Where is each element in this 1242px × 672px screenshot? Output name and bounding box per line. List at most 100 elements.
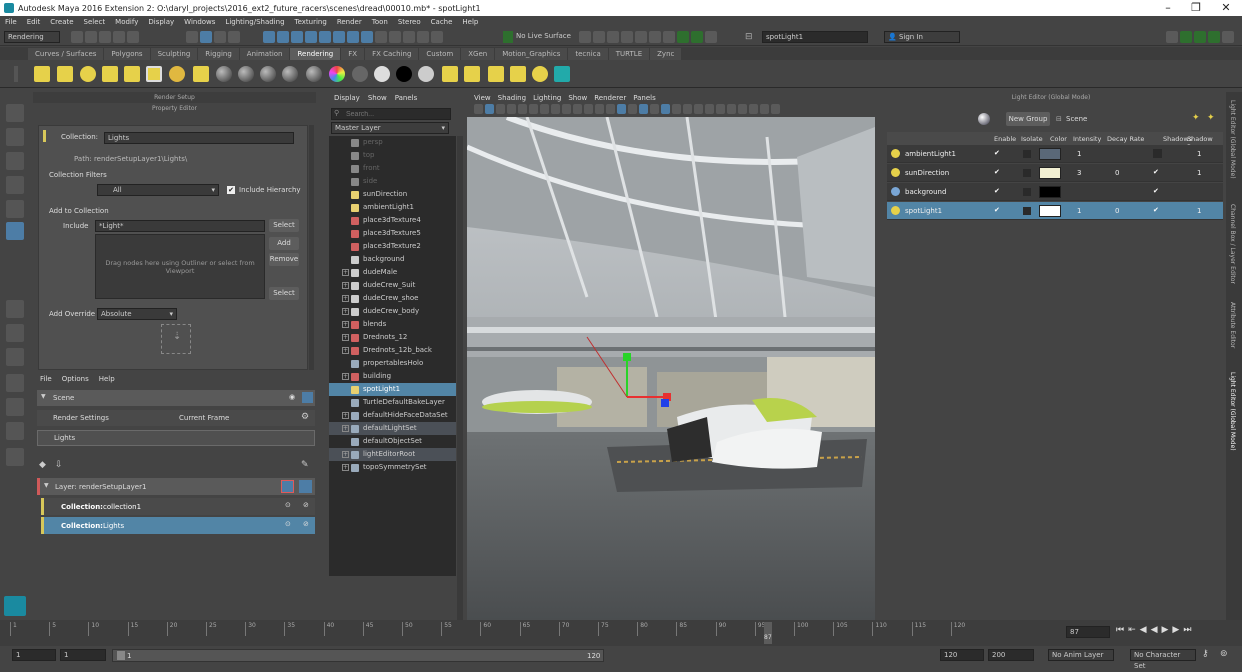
expand-icon[interactable]: + (342, 464, 349, 471)
expand-icon[interactable]: + (342, 308, 349, 315)
select-joint-icon[interactable] (277, 31, 289, 43)
shelf-tab[interactable]: TURTLE (608, 47, 650, 60)
custom-layout-icon[interactable] (6, 448, 24, 466)
select-misc-icon[interactable] (361, 31, 373, 43)
spot-light-icon[interactable] (102, 66, 118, 82)
outliner-item[interactable]: + defaultHideFaceDataSet (329, 409, 456, 422)
expand-icon[interactable]: + (342, 334, 349, 341)
expand-icon[interactable]: + (342, 425, 349, 432)
viewport-menu-show[interactable]: Show (561, 94, 587, 102)
current-frame-field[interactable]: 87 (1066, 626, 1110, 638)
object-mode-icon[interactable] (200, 31, 212, 43)
enable-checkbox[interactable]: ✔ (994, 187, 1000, 195)
disable-icon[interactable]: ⊘ (303, 520, 309, 528)
viewport-menu-shading[interactable]: Shading (491, 94, 526, 102)
collapse-arrow-icon[interactable]: ▼ (41, 393, 46, 400)
undo-icon[interactable] (113, 31, 125, 43)
menu-toon[interactable]: Toon (367, 18, 393, 26)
outliner-scrollbar[interactable] (457, 136, 463, 620)
expand-icon[interactable]: + (342, 373, 349, 380)
light-row[interactable]: ambientLight1 ✔ 1 1 (887, 145, 1223, 163)
shadows-checkbox[interactable]: ✔ (1153, 206, 1162, 215)
point-light-icon[interactable] (80, 66, 96, 82)
outliner-item[interactable]: + dudeCrew_shoe (329, 292, 456, 305)
viewport-menu-view[interactable]: View (467, 94, 491, 102)
select-camera-icon[interactable] (474, 104, 483, 114)
shelf-tab[interactable]: Rigging (198, 47, 239, 60)
side-tab-light-editor-active[interactable]: Light Editor (Global Mode) (1229, 372, 1236, 451)
menu-select[interactable]: Select (79, 18, 111, 26)
render-view-icon[interactable] (554, 66, 570, 82)
select-tool-icon[interactable] (6, 104, 24, 122)
animation-start-field[interactable]: 1 (12, 649, 56, 661)
shadows-checkbox[interactable] (1153, 149, 1162, 158)
menu-windows[interactable]: Windows (179, 18, 220, 26)
isolate-icon[interactable]: ⊙ (285, 520, 291, 528)
select-button[interactable]: Select (269, 219, 299, 232)
outliner-item[interactable]: side (329, 175, 456, 188)
2d-pan-zoom-icon[interactable] (518, 104, 527, 114)
collapse-arrow-icon[interactable]: ▼ (44, 482, 49, 489)
save-scene-icon[interactable] (99, 31, 111, 43)
collection-drop-area[interactable]: Drag nodes here using Outliner or select… (95, 234, 265, 299)
graph-editor-layout-icon[interactable] (6, 374, 24, 392)
render-settings-icon[interactable] (621, 31, 633, 43)
column-header[interactable]: Decay Rate (1107, 135, 1144, 143)
viewport-menu-lighting[interactable]: Lighting (526, 94, 561, 102)
grid-icon[interactable] (540, 104, 549, 114)
intensity-value[interactable]: 1 (1077, 150, 1081, 158)
disable-icon[interactable]: ⊘ (303, 501, 309, 509)
construction-history-icon[interactable] (579, 31, 591, 43)
sign-in-button[interactable]: 👤 Sign In (884, 31, 960, 43)
override-drop-target[interactable]: ⇣ (161, 324, 191, 354)
outliner-item[interactable]: spotLight1 (329, 383, 456, 396)
wireframe-icon[interactable] (617, 104, 626, 114)
redo-icon[interactable] (127, 31, 139, 43)
physical-sun-icon[interactable] (193, 66, 209, 82)
paint-select-tool-icon[interactable] (6, 152, 24, 170)
outliner-display-menu[interactable]: Display (329, 94, 360, 102)
select-deform-icon[interactable] (319, 31, 331, 43)
image-plane-icon[interactable] (507, 104, 516, 114)
menu-display[interactable]: Display (143, 18, 179, 26)
isolate-checkbox[interactable] (1023, 150, 1031, 158)
single-perspective-layout-icon[interactable] (6, 300, 24, 318)
layer-render-icon[interactable] (299, 480, 312, 493)
ambient-light-icon[interactable] (34, 66, 50, 82)
shadows-icon[interactable] (672, 104, 681, 114)
column-header[interactable]: Enable (994, 135, 1016, 143)
snap-curve-icon[interactable] (389, 31, 401, 43)
snap-grid-icon[interactable] (375, 31, 387, 43)
new-group-button[interactable]: New Group (1006, 112, 1050, 126)
anisotropic-material-icon[interactable] (306, 66, 322, 82)
outliner-item[interactable]: place3dTexture2 (329, 240, 456, 253)
render-toggle-icon[interactable] (302, 392, 313, 403)
shadows-checkbox[interactable]: ✔ (1153, 187, 1162, 196)
rotate-tool-icon[interactable] (6, 200, 24, 218)
safe-title-icon[interactable] (606, 104, 615, 114)
scene-row[interactable]: ▼ Scene ◉ (37, 390, 315, 406)
menu-render[interactable]: Render (332, 18, 367, 26)
select-objects-illuminated-icon[interactable] (488, 66, 504, 82)
enable-checkbox[interactable]: ✔ (994, 206, 1000, 214)
close-button[interactable]: ✕ (1212, 0, 1240, 16)
safe-action-icon[interactable] (595, 104, 604, 114)
decay-rate-value[interactable]: 0 (1115, 169, 1119, 177)
menu-lightingshading[interactable]: Lighting/Shading (220, 18, 289, 26)
outliner-item[interactable]: + dudeCrew_Suit (329, 279, 456, 292)
light-create-icon[interactable]: ✦ (1207, 113, 1215, 123)
live-surface-icon[interactable] (503, 31, 513, 43)
menu-set-dropdown[interactable]: Rendering (4, 31, 60, 43)
add-override-dropdown[interactable]: Absolute ▾ (97, 308, 177, 320)
collection-row[interactable]: Collection: Lights ⊙ ⊘ (41, 517, 315, 534)
include-hierarchy-checkbox[interactable]: ✔ (227, 186, 235, 194)
select-lights-illuminating-icon[interactable] (510, 66, 526, 82)
expand-icon[interactable]: + (342, 321, 349, 328)
directional-light-icon[interactable] (57, 66, 73, 82)
ibl-light-icon[interactable] (169, 66, 185, 82)
lights-row[interactable]: Lights (37, 430, 315, 446)
outliner-item[interactable]: + dudeCrew_body (329, 305, 456, 318)
remove-button[interactable]: Remove (269, 253, 299, 266)
filter-dropdown[interactable]: All ▾ (97, 184, 219, 196)
smooth-shade-icon[interactable] (628, 104, 637, 114)
